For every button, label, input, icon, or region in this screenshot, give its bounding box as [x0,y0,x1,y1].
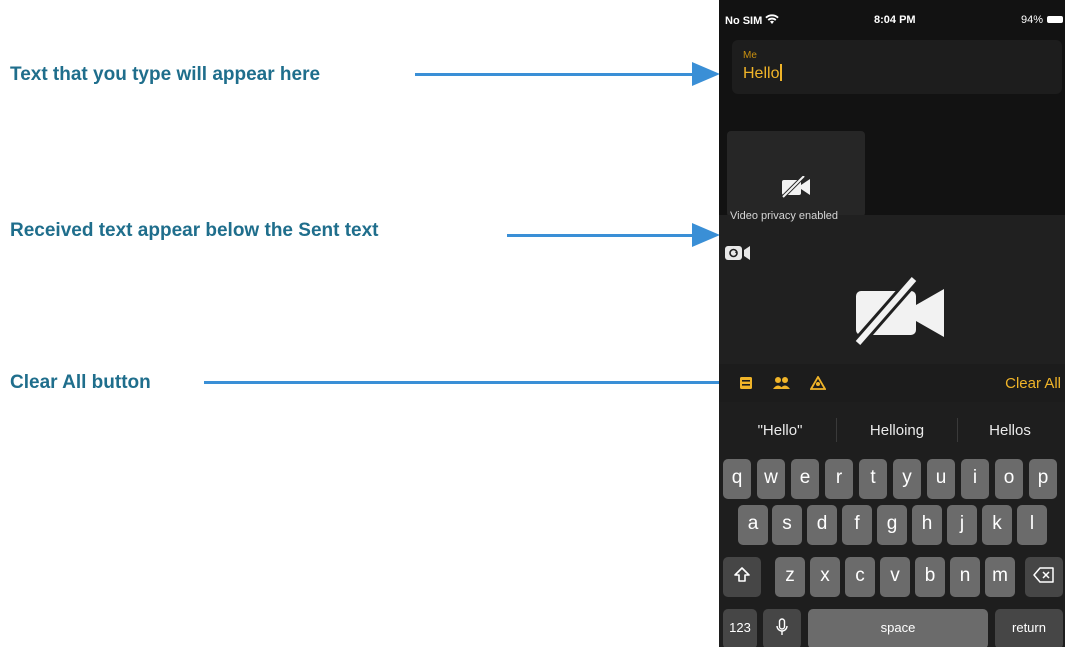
return-key[interactable]: return [995,609,1063,647]
contacts-icon[interactable] [773,376,791,390]
key-h[interactable]: h [912,505,942,545]
key-f[interactable]: f [842,505,872,545]
video-privacy-label: Video privacy enabled [730,210,839,222]
carrier-label: No SIM [725,14,780,27]
self-view-video [727,131,865,217]
key-x[interactable]: x [810,557,840,597]
key-m[interactable]: m [985,557,1015,597]
suggestion-1[interactable]: "Hello" [725,422,835,439]
callout-typed-text: Text that you type will appear here [10,64,321,85]
sender-label: Me [743,50,757,61]
key-a[interactable]: a [738,505,768,545]
key-r[interactable]: r [825,459,853,499]
key-d[interactable]: d [807,505,837,545]
key-y[interactable]: y [893,459,921,499]
microphone-icon [776,618,788,635]
key-g[interactable]: g [877,505,907,545]
battery-icon [1047,16,1063,23]
key-q[interactable]: q [723,459,751,499]
key-z[interactable]: z [775,557,805,597]
key-c[interactable]: c [845,557,875,597]
arrow-typed-text [415,73,695,76]
numbers-key[interactable]: 123 [723,609,757,647]
clear-all-button[interactable]: Clear All [1005,375,1061,392]
text-toolbar: Clear All [719,364,1065,402]
notes-icon[interactable] [739,376,753,390]
key-k[interactable]: k [982,505,1012,545]
suggestion-divider [836,418,837,442]
key-i[interactable]: i [961,459,989,499]
key-j[interactable]: j [947,505,977,545]
shift-icon [734,567,750,582]
remote-video [719,215,1065,365]
key-o[interactable]: o [995,459,1023,499]
video-off-icon [781,176,810,198]
key-v[interactable]: v [880,557,910,597]
wifi-icon [765,14,780,24]
key-b[interactable]: b [915,557,945,597]
predictive-bar: "Hello" Helloing Hellos [719,402,1065,459]
status-bar: No SIM 8:04 PM 94% [719,0,1065,34]
backspace-icon [1033,567,1054,583]
arrowhead-typed-text [692,62,720,86]
key-t[interactable]: t [859,459,887,499]
arrow-received-text [507,234,695,237]
key-l[interactable]: l [1017,505,1047,545]
key-e[interactable]: e [791,459,819,499]
carrier-text: No SIM [725,15,763,27]
arrowhead-received-text [692,223,720,247]
dictation-key[interactable] [763,609,801,647]
key-w[interactable]: w [757,459,785,499]
key-p[interactable]: p [1029,459,1057,499]
backspace-key[interactable] [1025,557,1063,597]
alert-icon[interactable] [810,376,826,390]
text-cursor [780,64,783,81]
callout-received-text: Received text appear below the Sent text [10,220,379,241]
space-key[interactable]: space [808,609,988,647]
sent-text-value: Hello [743,65,780,82]
key-u[interactable]: u [927,459,955,499]
suggestion-2[interactable]: Helloing [842,422,952,439]
suggestion-3[interactable]: Hellos [955,422,1065,439]
sent-text-box[interactable]: Me Hello [732,40,1062,94]
shift-key[interactable] [723,557,761,597]
key-n[interactable]: n [950,557,980,597]
clock: 8:04 PM [874,14,916,26]
sent-text-line: Hello [743,64,783,83]
switch-camera-icon[interactable] [725,245,751,261]
remote-video-off-icon [853,277,944,345]
key-s[interactable]: s [772,505,802,545]
battery-percent: 94% [1020,14,1043,26]
callout-clear-all: Clear All button [10,372,151,393]
phone-screen: No SIM 8:04 PM 94% Me Hello Video privac… [719,0,1065,647]
keyboard: q w e r t y u i o p a s d f g h j k l z … [719,459,1065,647]
